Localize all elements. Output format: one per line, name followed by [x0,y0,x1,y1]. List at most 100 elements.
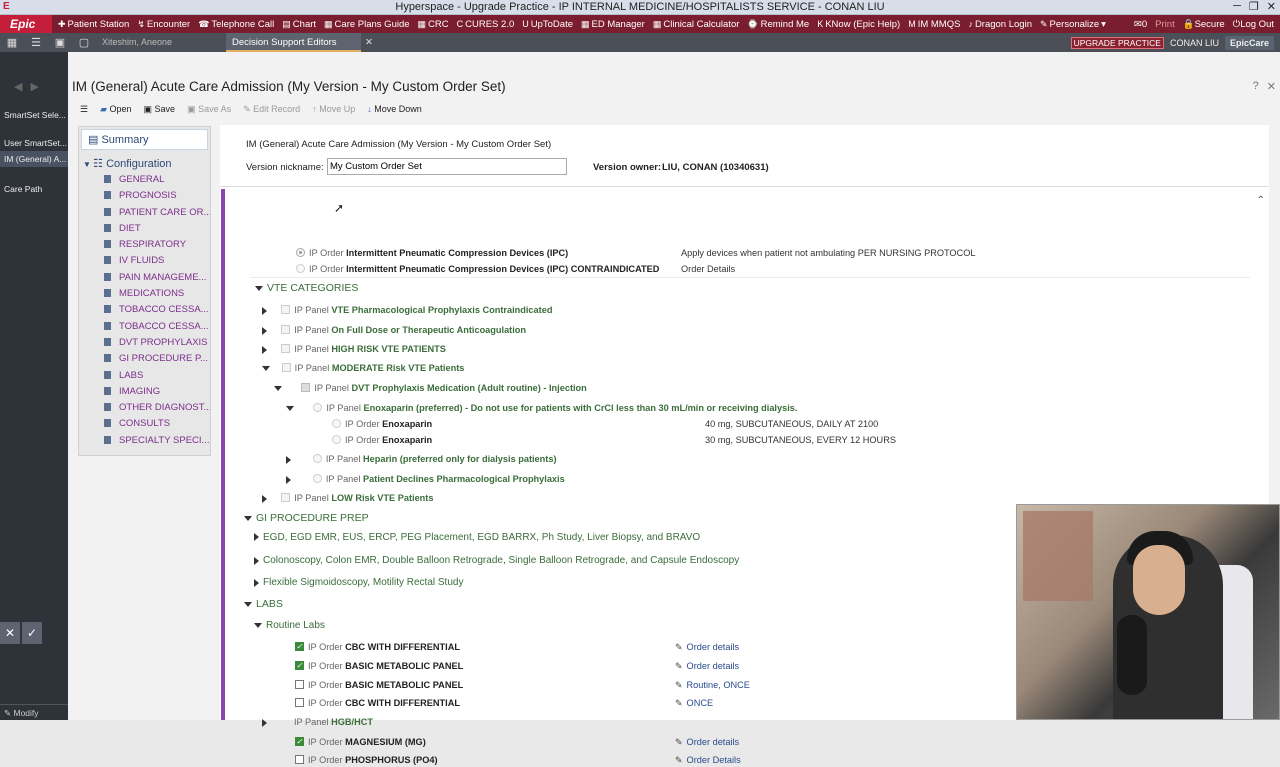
row-detail[interactable]: Order Details [681,262,735,276]
menu-icon[interactable]: ☰ [80,104,88,115]
close-panel-icon[interactable]: ✕ [1267,80,1276,93]
activity-im-general[interactable]: IM (General) A... [0,151,68,167]
expand-icon[interactable] [262,306,267,315]
user-name[interactable]: CONAN LIU [1170,38,1219,48]
print-button[interactable]: Print [1155,19,1175,30]
activity-user-smartset[interactable]: User SmartSet... [0,135,68,151]
nav-item-other-diagnostics[interactable]: OTHER DIAGNOST... [79,400,210,416]
group-row[interactable]: EGD, EGD EMR, EUS, ERCP, PEG Placement, … [254,531,700,545]
panel-row[interactable]: IP Panel On Full Dose or Therapeutic Ant… [262,323,526,337]
checkbox[interactable] [295,755,304,765]
toolbar-im-mmqs[interactable]: M IM MMQS [908,19,960,30]
open-button[interactable]: ▰ Open [100,104,131,115]
edit-record-button[interactable]: ✎ Edit Record [243,104,300,115]
collapse-icon[interactable] [286,406,294,412]
nav-item-dvt-prophylaxis[interactable]: DVT PROPHYLAXIS [79,335,210,351]
nav-item-prognosis[interactable]: PROGNOSIS [79,188,210,204]
order-details-link[interactable]: ✎ Order Details [675,753,741,767]
forward-arrow-icon[interactable]: ▶ [30,81,46,93]
checkbox[interactable] [295,640,304,654]
order-row[interactable]: IP Order CBC WITH DIFFERENTIAL [295,640,460,654]
close-icon[interactable]: ✕ [1267,0,1276,13]
chat-icon[interactable]: ▢ [72,36,96,49]
order-row[interactable]: IP Order CBC WITH DIFFERENTIAL [295,696,460,710]
nickname-input[interactable] [327,158,567,175]
nav-item-respiratory[interactable]: RESPIRATORY [79,237,210,253]
expand-icon[interactable] [262,345,267,354]
toolbar-remind-me[interactable]: ⌚ Remind Me [747,19,809,30]
radio-button[interactable] [296,264,305,274]
order-row[interactable]: IP Order PHOSPHORUS (PO4) [295,753,438,767]
checkbox[interactable] [295,659,304,673]
nav-item-diet[interactable]: DIET [79,221,210,237]
nav-item-iv-fluids[interactable]: IV FLUIDS [79,253,210,269]
nav-item-general[interactable]: GENERAL [79,172,210,188]
order-row[interactable]: IP Order Enoxaparin [332,433,432,447]
checkbox[interactable] [281,363,291,373]
collapse-icon[interactable] [244,602,252,608]
tab-decision-support-editors[interactable]: Decision Support Editors ✕ [226,33,373,52]
mail-icon[interactable]: ✉0 [1134,19,1147,30]
save-button[interactable]: ▣ Save [144,104,176,115]
expand-icon[interactable] [262,494,267,503]
activity-care-path[interactable]: Care Path [0,181,68,197]
toolbar-cures[interactable]: C CURES 2.0 [457,19,515,30]
collapse-icon[interactable] [274,386,282,392]
order-row[interactable]: IP Order BASIC METABOLIC PANEL [295,678,463,692]
radio-button[interactable] [332,435,341,445]
checkbox[interactable] [301,383,311,393]
nav-item-medications[interactable]: MEDICATIONS [79,286,210,302]
inbox-icon[interactable]: ▣ [48,36,72,49]
nav-item-specialty[interactable]: SPECIALTY SPECI... [79,433,210,449]
order-row[interactable]: IP Order BASIC METABOLIC PANEL [295,659,463,673]
radio-button[interactable] [312,454,322,464]
checkbox[interactable] [281,305,291,315]
toolbar-care-plans[interactable]: ▦ Care Plans Guide [324,19,410,30]
panel-row[interactable]: IP Panel Patient Declines Pharmacologica… [286,472,565,486]
toolbar-telephone-call[interactable]: ☎ Telephone Call [198,19,274,30]
expand-icon[interactable] [254,556,259,565]
tab-patient[interactable]: Xiteshim, Aneone [96,33,224,52]
panel-row[interactable]: IP Panel HGB/HCT [262,715,373,729]
panel-row[interactable]: IP Panel DVT Prophylaxis Medication (Adu… [274,381,587,395]
toolbar-uptodate[interactable]: U UpToDate [522,19,573,30]
order-row[interactable]: IP Order Intermittent Pneumatic Compress… [296,262,659,276]
nav-item-tobacco-2[interactable]: TOBACCO CESSA... [79,319,210,335]
maximize-icon[interactable]: ❐ [1249,0,1259,13]
toolbar-crc[interactable]: ▦ CRC [418,19,449,30]
row-detail[interactable]: 40 mg, SUBCUTANEOUS, DAILY AT 2100 [705,417,878,431]
product-button[interactable]: EpicCare [1224,35,1274,50]
checkbox[interactable] [281,344,291,354]
expand-icon[interactable] [286,475,291,484]
section-header[interactable]: LABS [244,597,283,611]
panel-row[interactable]: IP Panel HIGH RISK VTE PATIENTS [262,342,446,356]
modify-button[interactable]: ✎ Modify [0,704,68,720]
panel-row[interactable]: IP Panel VTE Pharmacological Prophylaxis… [262,303,552,317]
checkbox[interactable] [281,325,291,335]
checkbox[interactable] [295,698,304,708]
save-as-button[interactable]: ▣ Save As [187,104,231,115]
expand-icon[interactable] [262,326,267,335]
radio-button[interactable] [313,403,323,413]
expand-icon[interactable] [286,455,291,464]
nav-configuration[interactable]: ▼ ☷ Configuration [79,152,210,172]
panel-row[interactable]: IP Panel Enoxaparin (preferred) - Do not… [286,401,797,415]
radio-button[interactable] [312,474,322,484]
group-row[interactable]: Flexible Sigmoidoscopy, Motility Rectal … [254,575,463,589]
move-up-button[interactable]: ↑ Move Up [312,104,355,114]
collapse-icon[interactable] [254,623,262,629]
group-row[interactable]: Colonoscopy, Colon EMR, Double Balloon R… [254,553,739,567]
nav-summary[interactable]: ▤ Summary [81,129,208,150]
expand-icon[interactable] [254,578,259,587]
nav-item-pain-management[interactable]: PAIN MANAGEME... [79,270,210,286]
activity-smartset-selection[interactable]: SmartSet Sele... [0,107,68,123]
help-icon[interactable]: ? [1253,80,1259,93]
toolbar-chart[interactable]: ▤ Chart [282,19,316,30]
group-header[interactable]: Routine Labs [254,618,325,632]
close-tab-icon[interactable]: ✕ [365,33,373,52]
back-arrow-icon[interactable]: ◀ [14,81,30,93]
toolbar-encounter[interactable]: ↯ Encounter [137,19,190,30]
nav-item-labs[interactable]: LABS [79,368,210,384]
row-detail[interactable]: Apply devices when patient not ambulatin… [681,246,975,260]
group-header[interactable]: VTE CATEGORIES [255,281,358,295]
